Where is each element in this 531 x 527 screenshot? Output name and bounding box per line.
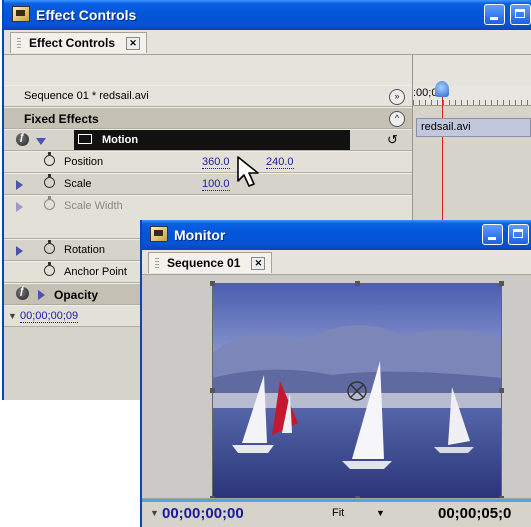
expand-triangle-icon[interactable]: [16, 246, 23, 256]
chevron-down-icon[interactable]: ▼: [376, 508, 385, 518]
section-title: Fixed Effects: [24, 112, 99, 126]
collapse-section-button[interactable]: ^: [389, 111, 405, 127]
resize-handle[interactable]: [210, 388, 215, 393]
effect-toggle-icon[interactable]: [16, 286, 29, 300]
clip-bar[interactable]: redsail.avi: [416, 118, 531, 137]
effect-controls-title-bar[interactable]: Effect Controls: [4, 0, 531, 30]
motion-highlight: Motion: [74, 130, 350, 150]
playhead-icon[interactable]: [435, 81, 449, 97]
minimize-button[interactable]: [484, 4, 505, 25]
grip-icon[interactable]: [155, 258, 159, 268]
time-menu-icon[interactable]: ▼: [8, 311, 17, 321]
window-title: Effect Controls: [36, 7, 137, 23]
opacity-label: Opacity: [54, 288, 99, 302]
stopwatch-icon[interactable]: [44, 240, 55, 254]
ruler-ticks: [413, 100, 531, 105]
minimize-button[interactable]: [482, 224, 503, 245]
scale-row: Scale 100.0: [4, 173, 412, 195]
panel-tab-bar: Sequence 01 ✕: [142, 250, 531, 275]
zoom-select[interactable]: Fit: [332, 507, 344, 519]
sequence-path-row: Sequence 01 * redsail.avi »: [4, 85, 412, 107]
close-tab-icon[interactable]: ✕: [251, 257, 266, 270]
premiere-app-icon: [150, 226, 168, 242]
clip-name: redsail.avi: [421, 121, 471, 133]
window-title: Monitor: [174, 227, 226, 243]
transform-icon: [78, 134, 92, 144]
monitor-footer: ▼ 00;00;00;00 Fit ▼ 00;00;05;0: [142, 498, 531, 527]
expand-triangle-icon[interactable]: [38, 290, 45, 300]
maximize-button[interactable]: [510, 4, 531, 25]
property-label: Position: [64, 156, 104, 168]
tab-sequence-01[interactable]: Sequence 01 ✕: [148, 252, 273, 273]
sequence-path: Sequence 01 * redsail.avi: [24, 90, 149, 102]
maximize-button[interactable]: [508, 224, 529, 245]
frame-bounding-box: [212, 283, 502, 499]
scale-value[interactable]: 100.0: [202, 178, 230, 191]
tab-label: Sequence 01: [167, 256, 241, 270]
position-x-value[interactable]: 360.0: [202, 156, 230, 169]
property-label: Scale Width: [64, 200, 123, 212]
tab-label: Effect Controls: [29, 36, 116, 50]
show-timeline-button[interactable]: »: [389, 89, 405, 105]
program-monitor-viewport: [142, 275, 531, 501]
resize-handle[interactable]: [210, 281, 215, 286]
resize-handle[interactable]: [499, 281, 504, 286]
position-y-value[interactable]: 240.0: [266, 156, 294, 169]
reset-icon[interactable]: ↺: [387, 132, 398, 148]
mouse-cursor-icon: [237, 156, 259, 187]
premiere-app-icon: [12, 6, 30, 22]
property-label: Rotation: [64, 244, 105, 256]
property-label: Scale: [64, 178, 92, 190]
close-tab-icon[interactable]: ✕: [126, 37, 141, 50]
resize-handle[interactable]: [499, 388, 504, 393]
duration-time: 00;00;05;0: [438, 505, 512, 522]
motion-label: Motion: [102, 134, 139, 146]
time-menu-icon[interactable]: ▼: [150, 508, 159, 518]
current-time[interactable]: 00;00;00;00: [162, 505, 244, 522]
time-ruler[interactable]: :00;00: [413, 85, 531, 106]
expand-triangle-icon[interactable]: [36, 138, 46, 145]
stopwatch-icon[interactable]: [44, 152, 55, 166]
panel-spacer: [4, 55, 412, 85]
fixed-effects-header: Fixed Effects ^: [4, 107, 412, 129]
stopwatch-icon[interactable]: [44, 174, 55, 188]
monitor-title-bar[interactable]: Monitor: [142, 220, 531, 250]
effect-toggle-icon[interactable]: [16, 132, 29, 146]
grip-icon[interactable]: [17, 38, 21, 48]
time-ruler-strip[interactable]: [142, 499, 531, 502]
current-time[interactable]: 00;00;00;09: [20, 310, 79, 323]
tab-effect-controls[interactable]: Effect Controls ✕: [10, 32, 148, 53]
stopwatch-icon[interactable]: [44, 262, 55, 276]
position-row: Position 360.0 240.0: [4, 151, 412, 173]
stopwatch-icon: [44, 196, 55, 210]
monitor-window: Monitor Sequence 01 ✕ ▼ 00;00;00;00 Fit …: [140, 220, 531, 527]
panel-tab-bar: Effect Controls ✕: [4, 30, 531, 55]
resize-handle[interactable]: [355, 281, 360, 286]
expand-triangle-icon: [16, 202, 23, 212]
timeline-spacer: [413, 55, 531, 85]
motion-effect-row[interactable]: Motion ↺: [4, 129, 412, 151]
property-label: Anchor Point: [64, 266, 127, 278]
expand-triangle-icon[interactable]: [16, 180, 23, 190]
